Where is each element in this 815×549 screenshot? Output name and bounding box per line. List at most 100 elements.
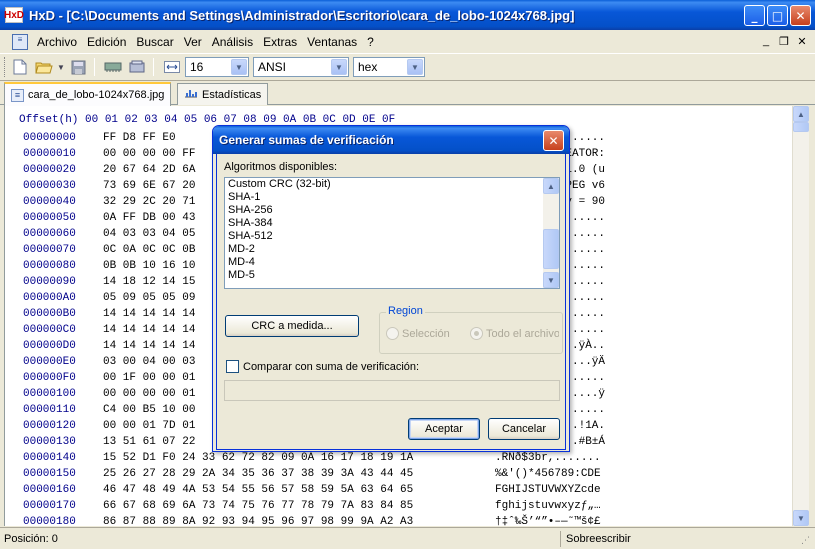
tab-statistics[interactable]: Estadísticas [177,83,269,105]
tab-file[interactable]: ≡ cara_de_lobo-1024x768.jpg [4,82,172,106]
new-file-icon[interactable] [9,56,31,78]
ok-button[interactable]: Aceptar [408,418,480,440]
mdi-minimize-button[interactable]: _ [759,35,773,48]
hex-row[interactable]: 00000140 15 52 D1 F0 24 33 62 72 82 09 0A… [23,452,601,468]
mdi-close-button[interactable]: ✕ [795,35,809,48]
hex-ascii[interactable]: FGHIJSTUVWXYZcde [495,484,601,496]
hex-ascii[interactable]: PEG v6 [565,180,703,192]
compare-checksum-field[interactable] [224,380,560,401]
algorithms-list[interactable]: Custom CRC (32-bit) SHA-1 SHA-256 SHA-384 SH… [224,177,560,289]
hex-ascii[interactable]: ..... [572,228,703,240]
menu-buscar[interactable]: Buscar [131,35,178,49]
algorithms-label: Algoritmos disponibles: [224,161,338,173]
hex-ascii[interactable]: ..... [572,404,703,416]
menu-edicion[interactable]: Edición [82,35,131,49]
hex-row[interactable]: 00000160 46 47 48 49 4A 53 54 55 56 57 58… [23,484,601,500]
hex-ascii[interactable]: ..... [572,244,703,256]
algorithm-item[interactable]: SHA-384 [225,217,559,230]
checkbox-box[interactable] [226,360,239,373]
mdi-restore-button[interactable]: ❐ [777,35,791,48]
algorithm-item[interactable]: SHA-256 [225,204,559,217]
hex-ascii[interactable]: fghijstuvwxyzƒ„… [495,500,601,512]
algorithm-item[interactable]: SHA-512 [225,230,559,243]
hex-ascii[interactable]: ..... [572,276,703,288]
hex-row[interactable]: 00000150 25 26 27 28 29 2A 34 35 36 37 38… [23,468,601,484]
hex-ascii[interactable]: ..... [572,292,703,304]
hex-ascii[interactable]: ....ÿ [572,388,703,400]
cancel-button[interactable]: Cancelar [488,418,560,440]
region-selection-radio[interactable]: Selección [386,327,450,340]
hex-ascii[interactable]: ..... [572,372,703,384]
scroll-up-icon[interactable]: ▲ [543,178,559,194]
hex-bytes[interactable]: 15 52 D1 F0 24 33 62 72 82 09 0A 16 17 1… [103,452,495,464]
hex-bytes[interactable]: 66 67 68 69 6A 73 74 75 76 77 78 79 7A 8… [103,500,495,512]
hex-ascii[interactable]: .RÑð$3br,....... [495,452,601,464]
toolbar-grip[interactable] [4,57,7,77]
save-disk-icon[interactable] [67,56,89,78]
algorithm-item[interactable]: MD-2 [225,243,559,256]
hex-ascii[interactable]: ..... [572,260,703,272]
hex-ascii[interactable]: ..... [572,324,703,336]
minimize-button[interactable]: _ [744,5,765,26]
chevron-down-icon[interactable]: ▼ [331,59,347,75]
hex-ascii[interactable]: ..... [572,212,703,224]
ram-editor-icon[interactable] [102,56,124,78]
scrollbar-thumb[interactable] [793,122,809,132]
list-scrollbar[interactable]: ▲ ▼ [543,178,559,288]
caption-buttons: _ □ ✕ [744,5,811,26]
chevron-down-icon[interactable]: ▼ [407,59,423,75]
window-title: HxD - [C:\Documents and Settings\Adminis… [29,7,575,23]
algorithm-item[interactable]: SHA-1 [225,191,559,204]
bytes-per-row-icon[interactable] [161,56,183,78]
hex-ascii[interactable]: ....ÿÄ [565,356,703,368]
menu-analisis[interactable]: Análisis [207,35,258,49]
hex-offset: 00000180 [23,516,76,526]
menu-ventanas[interactable]: Ventanas [302,35,362,49]
algorithm-item[interactable]: MD-5 [225,269,559,282]
hex-ascii[interactable]: .ÿÀ.. [572,340,703,352]
hex-ascii[interactable]: ¡.#B±Á [565,436,703,448]
dialog-close-button[interactable]: ✕ [543,130,564,151]
hex-bytes[interactable]: 46 47 48 49 4A 53 54 55 56 57 58 59 5A 6… [103,484,495,496]
charset-select[interactable]: ANSI ▼ [253,57,349,77]
scroll-up-icon[interactable]: ▲ [793,106,809,122]
crc-custom-button[interactable]: CRC a medida... [225,315,359,337]
hex-ascii[interactable]: ...... [565,132,703,144]
bytes-per-row-select[interactable]: 16 ▼ [185,57,249,77]
offset-base-select[interactable]: hex ▼ [353,57,425,77]
compare-checkbox[interactable]: Comparar con suma de verificación: [226,360,419,373]
hex-ascii[interactable]: ..... [572,308,703,320]
maximize-button[interactable]: □ [767,5,788,26]
scroll-down-icon[interactable]: ▼ [793,510,809,526]
menu-help[interactable]: ? [362,35,379,49]
dropdown-arrow-icon[interactable]: ▼ [57,56,65,78]
algorithm-item[interactable]: MD-4 [225,256,559,269]
algorithm-item[interactable]: Custom CRC (32-bit) [225,178,559,191]
resize-grip-icon[interactable]: ⋰ [801,535,813,547]
close-button[interactable]: ✕ [790,5,811,26]
hex-ascii[interactable]: ..!1A. [565,420,703,432]
document-icon[interactable]: ≡ [12,33,28,50]
scroll-down-icon[interactable]: ▼ [543,272,559,288]
hex-ascii[interactable]: †‡ˆ‰Š’“”•–—˜™š¢£ [495,516,601,526]
open-folder-icon[interactable] [33,56,55,78]
hex-ascii[interactable]: %&'()*456789:CDE [495,468,601,480]
region-whole-radio[interactable]: Todo el archivo [470,327,559,340]
menu-extras[interactable]: Extras [258,35,302,49]
hex-ascii[interactable]: REATOR: [559,148,703,160]
hex-bytes[interactable]: 86 87 88 89 8A 92 93 94 95 96 97 98 99 9… [103,516,495,526]
window-title-bar[interactable]: HxD HxD - [C:\Documents and Settings\Adm… [0,0,815,30]
vertical-scrollbar[interactable]: ▲ ▼ [792,106,809,526]
menu-ver[interactable]: Ver [179,35,207,49]
hex-row[interactable]: 00000170 66 67 68 69 6A 73 74 75 76 77 78… [23,500,601,516]
dialog-title-bar[interactable]: Generar sumas de verificación [213,126,569,154]
disk-editor-icon[interactable] [126,56,148,78]
hxd-app-icon[interactable]: HxD [4,7,24,23]
chevron-down-icon[interactable]: ▼ [231,59,247,75]
hex-row[interactable]: 00000180 86 87 88 89 8A 92 93 94 95 96 97… [23,516,601,526]
hex-bytes[interactable]: 25 26 27 28 29 2A 34 35 36 37 38 39 3A 4… [103,468,495,480]
scrollbar-thumb[interactable] [543,229,559,269]
hex-ascii[interactable]: y = 90 [565,196,703,208]
hex-ascii[interactable]: 1.0 (u [565,164,703,176]
menu-archivo[interactable]: Archivo [32,35,82,49]
